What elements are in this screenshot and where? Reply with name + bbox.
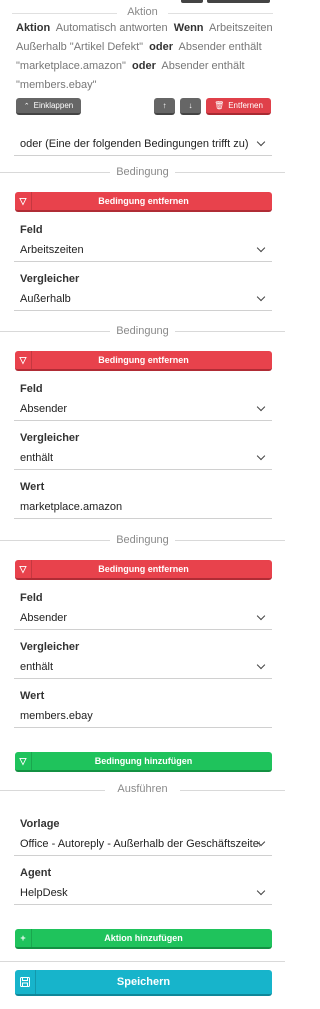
section-title-execute: Ausführen: [105, 783, 180, 795]
add-action-button[interactable]: + Aktion hinzufügen: [15, 929, 272, 949]
filter-icon: ▽: [15, 351, 32, 369]
action-summary: Aktion Automatisch antworten Wenn Arbeit…: [16, 22, 273, 91]
move-up-button[interactable]: ↑: [154, 98, 175, 115]
collapse-icon: ⌃: [23, 102, 30, 110]
remove-condition-button[interactable]: ▽ Bedingung entfernen: [15, 192, 272, 212]
remove-condition-button[interactable]: ▽ Bedingung entfernen: [15, 351, 272, 371]
cutoff-button[interactable]: [207, 0, 270, 3]
cutoff-button[interactable]: [181, 0, 203, 3]
filter-icon: ▽: [15, 560, 32, 578]
field-select[interactable]: Arbeitszeiten: [14, 238, 272, 262]
section-title-condition: Bedingung: [110, 325, 175, 337]
comparator-select[interactable]: enthält: [14, 655, 272, 679]
field-select[interactable]: Absender: [14, 606, 272, 630]
comparator-label: Vergleicher: [20, 273, 80, 285]
logic-select[interactable]: oder (Eine der folgenden Bedingungen tri…: [14, 132, 272, 156]
section-title-condition: Bedingung: [110, 534, 175, 546]
comparator-select[interactable]: Außerhalb: [14, 287, 272, 311]
plus-icon: +: [15, 929, 32, 947]
chevron-down-icon: [256, 611, 266, 621]
arrow-up-icon: ↑: [162, 101, 167, 110]
chevron-down-icon: [256, 243, 266, 253]
agent-select[interactable]: HelpDesk: [14, 881, 272, 905]
comparator-label: Vergleicher: [20, 641, 80, 653]
trash-icon: 🗑: [214, 101, 225, 110]
field-label: Feld: [20, 224, 43, 236]
remove-condition-button[interactable]: ▽ Bedingung entfernen: [15, 560, 272, 580]
chevron-down-icon: [256, 402, 266, 412]
arrow-down-icon: ↓: [188, 101, 193, 110]
collapse-button[interactable]: ⌃ Einklappen: [16, 98, 81, 115]
move-down-button[interactable]: ↓: [180, 98, 201, 115]
value-label: Wert: [20, 690, 45, 702]
chevron-down-icon: [256, 137, 266, 147]
divider: [0, 961, 285, 962]
filter-icon: ▽: [15, 752, 32, 770]
template-label: Vorlage: [20, 818, 60, 830]
field-label: Feld: [20, 383, 43, 395]
chevron-down-icon: [256, 292, 266, 302]
agent-label: Agent: [20, 867, 52, 879]
chevron-down-icon: [256, 886, 266, 896]
value-label: Wert: [20, 481, 45, 493]
save-button[interactable]: Speichern: [15, 970, 272, 996]
add-condition-button[interactable]: ▽ Bedingung hinzufügen: [15, 752, 272, 772]
field-select[interactable]: Absender: [14, 397, 272, 421]
filter-icon: ▽: [15, 192, 32, 210]
chevron-down-icon: [256, 660, 266, 670]
chevron-down-icon: [256, 451, 266, 461]
comparator-label: Vergleicher: [20, 432, 80, 444]
section-title-condition: Bedingung: [110, 166, 175, 178]
value-input[interactable]: members.ebay: [14, 704, 272, 728]
value-input[interactable]: marketplace.amazon: [14, 495, 272, 519]
remove-action-button[interactable]: 🗑 Entfernen: [206, 98, 271, 115]
field-label: Feld: [20, 592, 43, 604]
comparator-select[interactable]: enthält: [14, 446, 272, 470]
template-select[interactable]: Office - Autoreply - Außerhalb der Gesch…: [14, 832, 272, 856]
section-title-action: Aktion: [0, 6, 285, 18]
floppy-disk-icon: [15, 970, 36, 994]
